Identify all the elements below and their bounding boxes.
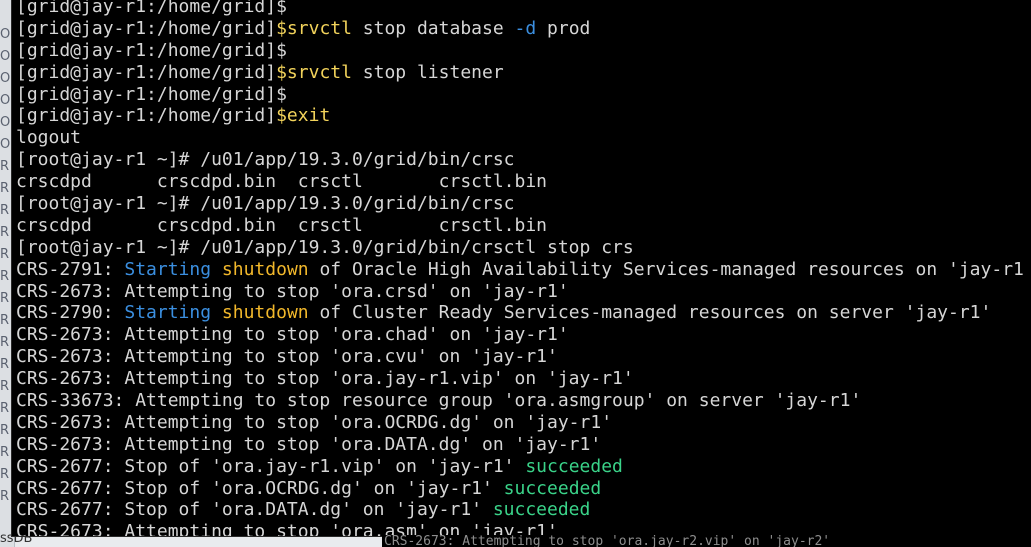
background-glyph: R <box>0 203 10 218</box>
background-glyph: R <box>0 489 10 504</box>
terminal-line: CRS-2673: Attempting to stop 'ora.crsd' … <box>16 281 1024 303</box>
terminal-text-segment: [grid@jay-r1:/home/grid] <box>16 17 277 39</box>
terminal-text-segment: CRS-2673: Attempting to stop 'ora.OCRDG.… <box>16 411 613 433</box>
terminal-line: CRS-2673: Attempting to stop 'ora.jay-r1… <box>16 368 1024 390</box>
terminal-text-segment: CRS-2673: Attempting to stop 'ora.jay-r1… <box>16 368 634 390</box>
terminal-text-segment: $srvctl <box>276 17 352 39</box>
background-glyph: R <box>0 225 10 240</box>
terminal-line: [grid@jay-r1:/home/grid]$exit <box>16 105 1024 127</box>
terminal-text-segment: of Cluster Ready Services-managed resour… <box>308 302 992 324</box>
terminal-text-segment: [grid@jay-r1:/home/grid]$ <box>16 83 287 105</box>
background-glyph: R <box>0 379 10 394</box>
terminal-text-segment: succeeded <box>525 455 623 477</box>
background-glyph: O <box>0 93 11 108</box>
terminal-text-segment: $srvctl <box>276 61 352 83</box>
terminal-line: [grid@jay-r1:/home/grid]$ <box>16 0 1024 18</box>
background-glyph: O <box>0 27 11 42</box>
background-glyph: R <box>0 247 10 262</box>
terminal-text-segment: CRS-2677: Stop of 'ora.DATA.dg' on 'jay-… <box>16 499 493 521</box>
terminal-text-segment: shutdown <box>221 302 309 324</box>
terminal-text-segment: of Oracle High Availability Services-man… <box>308 258 1024 280</box>
terminal-line: crscdpd crscdpd.bin crsctl crsctl.bin <box>16 171 1024 193</box>
terminal-text-segment: crscdpd crscdpd.bin crsctl crsctl.bin <box>16 214 548 236</box>
terminal-line: crscdpd crscdpd.bin crsctl crsctl.bin <box>16 215 1024 237</box>
terminal-text-segment: stop database <box>351 17 515 39</box>
terminal-line: [grid@jay-r1:/home/grid]$ <box>16 84 1024 106</box>
background-glyph: O <box>0 49 11 64</box>
terminal-text-segment: Starting <box>124 302 212 324</box>
background-glyph: R <box>0 159 10 174</box>
terminal-line: [root@jay-r1 ~]# /u01/app/19.3.0/grid/bi… <box>16 237 1024 259</box>
terminal-text-segment: CRS-2673: Attempting to stop 'ora.crsd' … <box>16 280 569 302</box>
terminal-text-segment: [grid@jay-r1:/home/grid]$ <box>16 39 287 61</box>
terminal-line: CRS-33673: Attempting to stop resource g… <box>16 390 1024 412</box>
terminal-text-segment: [root@jay-r1 ~]# /u01/app/19.3.0/grid/bi… <box>16 149 515 171</box>
terminal-text-segment: CRS-33673: Attempting to stop resource g… <box>16 390 862 412</box>
background-terminal-line: CRS-2673: Attempting to stop 'ora.jay-r2… <box>382 535 1031 547</box>
terminal-line: [grid@jay-r1:/home/grid]$ <box>16 40 1024 62</box>
background-glyph: R <box>0 291 10 306</box>
terminal-line: [root@jay-r1 ~]# /u01/app/19.3.0/grid/bi… <box>16 149 1024 171</box>
terminal-line: CRS-2677: Stop of 'ora.OCRDG.dg' on 'jay… <box>16 478 1024 500</box>
terminal-text-segment: $exit <box>276 105 331 127</box>
terminal-text-segment: [grid@jay-r1:/home/grid] <box>16 61 277 83</box>
terminal-text-segment: CRS-2673: Attempting to stop 'ora.chad' … <box>16 324 569 346</box>
background-glyph: O <box>0 137 11 152</box>
background-glyph: R <box>0 401 10 416</box>
terminal-line: CRS-2673: Attempting to stop 'ora.DATA.d… <box>16 434 1024 456</box>
terminal-text-segment: stop listener <box>351 61 504 83</box>
background-glyph: R <box>0 445 10 460</box>
terminal-line: [grid@jay-r1:/home/grid]$srvctl stop dat… <box>16 18 1024 40</box>
terminal-line: CRS-2673: Attempting to stop 'ora.chad' … <box>16 324 1024 346</box>
terminal-text-segment: succeeded <box>492 499 591 521</box>
background-glyph: R <box>0 313 10 328</box>
terminal-window[interactable]: [grid@jay-r1:/home/grid]$ [grid@jay-r1:/h… <box>12 0 1031 536</box>
background-glyph: R <box>0 357 10 372</box>
background-glyph: R <box>0 181 10 196</box>
terminal-line: CRS-2790: Starting shutdown of Cluster R… <box>16 302 1024 324</box>
terminal-text-segment: CRS-2677: Stop of 'ora.OCRDG.dg' on 'jay… <box>16 477 504 499</box>
terminal-output: [grid@jay-r1:/home/grid]$ [grid@jay-r1:/h… <box>16 0 1024 536</box>
background-glyph: R <box>0 467 10 482</box>
terminal-text-segment: CRS-2673: Attempting to stop 'ora.cvu' o… <box>16 346 558 368</box>
background-glyph: O <box>0 115 11 130</box>
background-glyph: R <box>0 269 10 284</box>
terminal-text-segment: CRS-2673: Attempting to stop 'ora.DATA.d… <box>16 433 602 455</box>
background-glyph: R <box>0 423 10 438</box>
terminal-text-segment: [grid@jay-r1:/home/grid] <box>16 105 277 127</box>
terminal-line: [grid@jay-r1:/home/grid]$srvctl stop lis… <box>16 62 1024 84</box>
terminal-text-segment: -d <box>514 17 537 39</box>
terminal-text-segment: [root@jay-r1 ~]# /u01/app/19.3.0/grid/bi… <box>16 193 515 215</box>
terminal-text-segment: CRS-2673: Attempting to stop 'ora.asm' o… <box>16 521 558 536</box>
terminal-text-segment: succeeded <box>503 477 602 499</box>
background-glyph: O <box>0 71 11 86</box>
terminal-line: CRS-2673: Attempting to stop 'ora.asm' o… <box>16 521 1024 536</box>
terminal-text-segment: CRS-2790: <box>16 302 125 324</box>
terminal-line: CRS-2677: Stop of 'ora.jay-r1.vip' on 'j… <box>16 456 1024 478</box>
background-glyph: R <box>0 335 10 350</box>
terminal-line: CRS-2673: Attempting to stop 'ora.cvu' o… <box>16 346 1024 368</box>
terminal-text-segment: CRS-2791: <box>16 258 125 280</box>
terminal-text-segment: CRS-2677: Stop of 'ora.jay-r1.vip' on 'j… <box>16 455 526 477</box>
terminal-text-segment: shutdown <box>221 258 309 280</box>
terminal-text-segment: Starting <box>124 258 212 280</box>
terminal-line: CRS-2791: Starting shutdown of Oracle Hi… <box>16 259 1024 281</box>
terminal-line: logout <box>16 127 1024 149</box>
terminal-text-segment: [grid@jay-r1:/home/grid]$ <box>16 0 287 17</box>
terminal-text-segment: crscdpd crscdpd.bin crsctl crsctl.bin <box>16 171 548 193</box>
terminal-line: [root@jay-r1 ~]# /u01/app/19.3.0/grid/bi… <box>16 193 1024 215</box>
terminal-line: CRS-2677: Stop of 'ora.DATA.dg' on 'jay-… <box>16 499 1024 521</box>
terminal-line: CRS-2673: Attempting to stop 'ora.OCRDG.… <box>16 412 1024 434</box>
terminal-text-segment: logout <box>16 127 82 149</box>
terminal-text-segment: prod <box>536 17 591 39</box>
terminal-text-segment: [root@jay-r1 ~]# /u01/app/19.3.0/grid/bi… <box>16 236 634 258</box>
